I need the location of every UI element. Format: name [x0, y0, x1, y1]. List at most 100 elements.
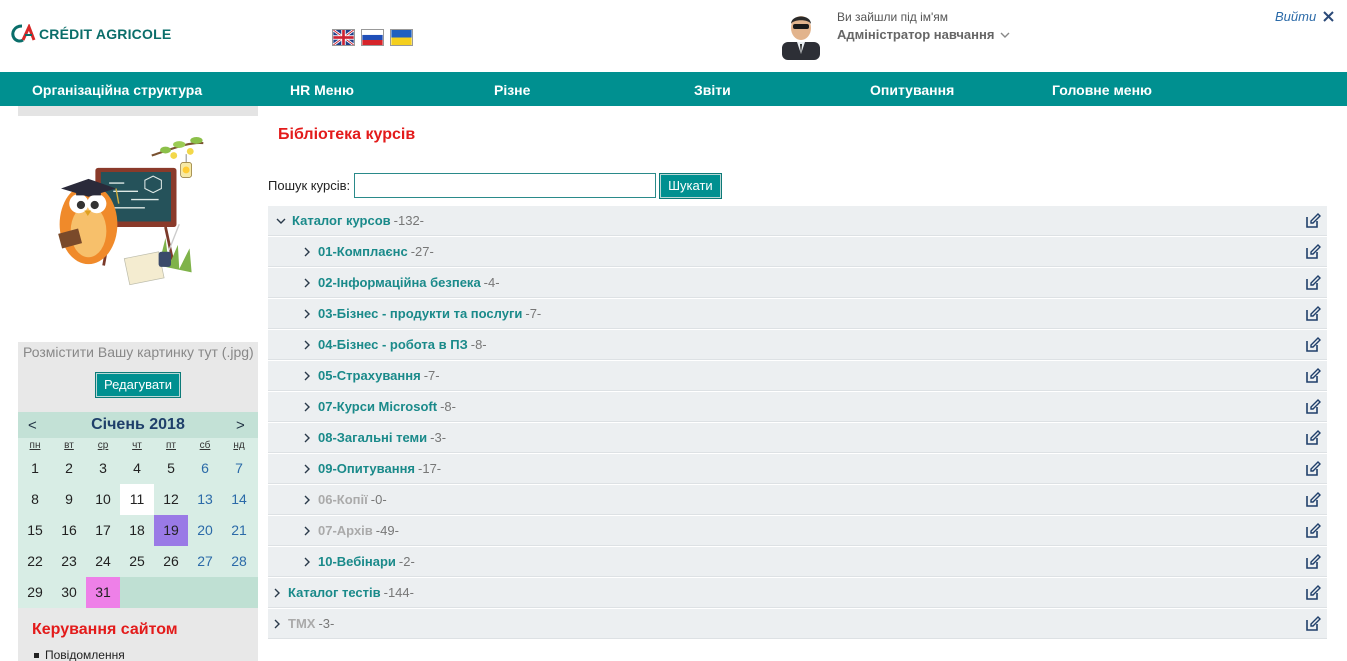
- site-management-item-messages[interactable]: Повідомлення: [34, 648, 125, 661]
- calendar-day[interactable]: 27: [188, 546, 222, 577]
- nav-item-hr-menu[interactable]: HR Меню: [290, 82, 354, 98]
- chevron-right-icon[interactable]: [272, 619, 282, 629]
- tree-row-label[interactable]: 07-Курси Microsoft: [318, 399, 437, 414]
- calendar-empty-cells: [120, 577, 258, 608]
- user-name-dropdown[interactable]: Адміністратор навчання: [837, 27, 1010, 42]
- edit-icon[interactable]: [1305, 213, 1321, 229]
- nav-item-misc[interactable]: Різне: [494, 82, 530, 98]
- calendar-day[interactable]: 7: [222, 453, 256, 484]
- calendar-day[interactable]: 25: [120, 546, 154, 577]
- tree-row-label[interactable]: 08-Загальні теми: [318, 430, 427, 445]
- calendar-day[interactable]: 9: [52, 484, 86, 515]
- calendar-day[interactable]: 6: [188, 453, 222, 484]
- calendar-day[interactable]: 29: [18, 577, 52, 608]
- edit-icon[interactable]: [1305, 337, 1321, 353]
- calendar-day[interactable]: 21: [222, 515, 256, 546]
- tree-row-label[interactable]: 06-Копії: [318, 492, 368, 507]
- tree-row-label[interactable]: Каталог курсов: [292, 213, 391, 228]
- chevron-right-icon[interactable]: [302, 526, 312, 536]
- tree-row-label[interactable]: Каталог тестів: [288, 585, 381, 600]
- nav-item-surveys[interactable]: Опитування: [870, 82, 954, 98]
- chevron-right-icon[interactable]: [272, 588, 282, 598]
- search-label: Пошук курсів:: [268, 178, 351, 193]
- calendar-day[interactable]: 17: [86, 515, 120, 546]
- edit-icon[interactable]: [1305, 368, 1321, 384]
- calendar-day[interactable]: 14: [222, 484, 256, 515]
- edit-picture-button[interactable]: Редагувати: [94, 372, 182, 398]
- flag-ru-icon[interactable]: [361, 29, 384, 46]
- tree-row-count: -8-: [440, 399, 456, 414]
- tree-row-count: -0-: [370, 492, 387, 507]
- edit-icon[interactable]: [1305, 275, 1321, 291]
- header: CRÉDIT AGRICOLE Ви зайшли під ім'ям Адмі…: [0, 0, 1347, 72]
- calendar-day[interactable]: 13: [188, 484, 222, 515]
- chevron-right-icon[interactable]: [302, 402, 312, 412]
- calendar-day[interactable]: 24: [86, 546, 120, 577]
- tree-row-label[interactable]: 03-Бізнес - продукти та послуги: [318, 306, 522, 321]
- edit-icon[interactable]: [1305, 306, 1321, 322]
- logout-link[interactable]: Вийти: [1275, 9, 1334, 24]
- edit-icon[interactable]: [1305, 616, 1321, 632]
- tree-row-count: -7-: [423, 368, 440, 383]
- tree-row-label[interactable]: 05-Страхування: [318, 368, 421, 383]
- chevron-right-icon[interactable]: [302, 247, 312, 257]
- chevron-right-icon[interactable]: [302, 433, 312, 443]
- calendar-day[interactable]: 5: [154, 453, 188, 484]
- tree-row-label[interactable]: 09-Опитування: [318, 461, 415, 476]
- search-button[interactable]: Шукати: [659, 172, 722, 199]
- nav-item-org-structure[interactable]: Організаційна структура: [32, 82, 202, 98]
- calendar-day[interactable]: 20: [188, 515, 222, 546]
- nav-item-reports[interactable]: Звіти: [694, 82, 731, 98]
- tree-row-label[interactable]: ТМХ: [288, 616, 315, 631]
- tree-row-label[interactable]: 04-Бізнес - робота в ПЗ: [318, 337, 468, 352]
- flag-uk-icon[interactable]: [332, 29, 355, 46]
- chevron-right-icon[interactable]: [302, 557, 312, 567]
- edit-icon[interactable]: [1305, 430, 1321, 446]
- tree-row-label[interactable]: 07-Архів: [318, 523, 373, 538]
- calendar-day[interactable]: 26: [154, 546, 188, 577]
- chevron-right-icon[interactable]: [302, 278, 312, 288]
- tree-row-label[interactable]: 01-Комплаєнс: [318, 244, 408, 259]
- nav-item-main-menu[interactable]: Головне меню: [1052, 82, 1152, 98]
- edit-icon[interactable]: [1305, 461, 1321, 477]
- calendar-day[interactable]: 19: [154, 515, 188, 546]
- calendar-day[interactable]: 11: [120, 484, 154, 515]
- chevron-down-icon[interactable]: [276, 216, 286, 226]
- picture-caption: Розмістити Вашу картинку тут (.jpg): [23, 344, 254, 360]
- calendar-day[interactable]: 1: [18, 453, 52, 484]
- edit-icon[interactable]: [1305, 585, 1321, 601]
- calendar-weekday: вт: [64, 440, 74, 451]
- tree-row-count: -144-: [383, 585, 414, 600]
- calendar-day[interactable]: 2: [52, 453, 86, 484]
- edit-icon[interactable]: [1305, 554, 1321, 570]
- calendar-day[interactable]: 15: [18, 515, 52, 546]
- calendar-day[interactable]: 16: [52, 515, 86, 546]
- calendar-day[interactable]: 30: [52, 577, 86, 608]
- calendar-day[interactable]: 31: [86, 577, 120, 608]
- calendar-day[interactable]: 4: [120, 453, 154, 484]
- calendar-day[interactable]: 8: [18, 484, 52, 515]
- tree-row-label[interactable]: 10-Вебінари: [318, 554, 396, 569]
- edit-icon[interactable]: [1305, 244, 1321, 260]
- calendar-day[interactable]: 18: [120, 515, 154, 546]
- calendar-next-button[interactable]: >: [236, 417, 245, 434]
- calendar-day[interactable]: 12: [154, 484, 188, 515]
- chevron-right-icon[interactable]: [302, 371, 312, 381]
- chevron-right-icon[interactable]: [302, 309, 312, 319]
- chevron-right-icon[interactable]: [302, 464, 312, 474]
- tree-row-label[interactable]: 02-Інформаційна безпека: [318, 275, 481, 290]
- chevron-right-icon[interactable]: [302, 495, 312, 505]
- calendar-day[interactable]: 22: [18, 546, 52, 577]
- calendar-day[interactable]: 28: [222, 546, 256, 577]
- flag-ua-icon[interactable]: [390, 29, 413, 46]
- calendar-day[interactable]: 10: [86, 484, 120, 515]
- credit-agricole-logo[interactable]: CRÉDIT AGRICOLE: [10, 24, 171, 44]
- calendar-day[interactable]: 3: [86, 453, 120, 484]
- edit-icon[interactable]: [1305, 523, 1321, 539]
- edit-icon[interactable]: [1305, 492, 1321, 508]
- search-input[interactable]: [354, 173, 657, 198]
- tree-row: 02-Інформаційна безпека -4-: [268, 268, 1327, 298]
- chevron-right-icon[interactable]: [302, 340, 312, 350]
- calendar-day[interactable]: 23: [52, 546, 86, 577]
- edit-icon[interactable]: [1305, 399, 1321, 415]
